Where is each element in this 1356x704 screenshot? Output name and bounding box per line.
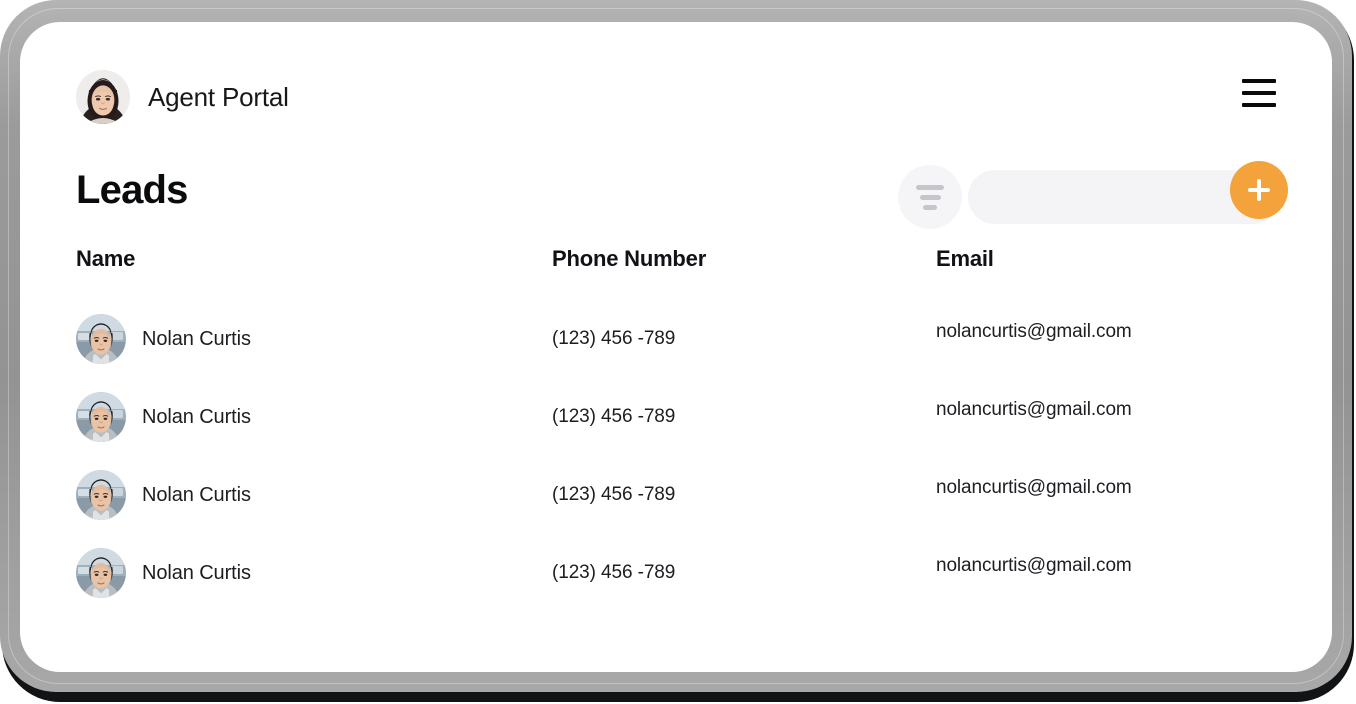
column-header-phone: Phone Number — [552, 246, 707, 271]
lead-email: nolancurtis@gmail.com — [936, 477, 1132, 498]
user-avatar[interactable] — [76, 70, 130, 124]
lead-phone: (123) 456 -789 — [552, 484, 676, 505]
lead-avatar[interactable] — [76, 470, 126, 520]
cell-name: Nolan Curtis — [76, 300, 251, 378]
table-row[interactable]: Nolan Curtis (123) 456 -789 nolancurtis@… — [76, 534, 1280, 612]
cell-name: Nolan Curtis — [76, 534, 251, 612]
cell-name: Nolan Curtis — [76, 378, 251, 456]
lead-email: nolancurtis@gmail.com — [936, 399, 1132, 420]
table-header-row: Name Phone Number Email — [76, 246, 1280, 300]
lead-phone: (123) 456 -789 — [552, 328, 676, 349]
filter-bar — [916, 184, 944, 190]
table-row[interactable]: Nolan Curtis (123) 456 -789 nolancurtis@… — [76, 456, 1280, 534]
column-header-name: Name — [76, 246, 136, 271]
filter-bar — [919, 194, 941, 200]
hamburger-bar — [1242, 91, 1276, 95]
lead-avatar[interactable] — [76, 392, 126, 442]
lead-name: Nolan Curtis — [142, 327, 251, 350]
hamburger-menu-icon[interactable] — [1242, 79, 1276, 107]
device-frame: Agent Portal Leads Name Phone Number Ema… — [0, 0, 1356, 704]
plus-icon — [1257, 179, 1261, 201]
column-header-email: Email — [936, 246, 994, 271]
lead-email: nolancurtis@gmail.com — [936, 321, 1132, 342]
lead-name: Nolan Curtis — [142, 405, 251, 428]
filter-bar — [923, 204, 937, 210]
app-screen: Agent Portal Leads Name Phone Number Ema… — [20, 22, 1332, 672]
table-body: Nolan Curtis (123) 456 -789 nolancurtis@… — [76, 300, 1280, 612]
lead-name: Nolan Curtis — [142, 561, 251, 584]
leads-table: Name Phone Number Email Nolan Curtis (12… — [76, 246, 1280, 612]
lead-avatar[interactable] — [76, 548, 126, 598]
table-row[interactable]: Nolan Curtis (123) 456 -789 nolancurtis@… — [76, 378, 1280, 456]
page-title: Leads — [76, 168, 188, 212]
lead-phone: (123) 456 -789 — [552, 406, 676, 427]
search-container — [968, 161, 1288, 224]
filter-icon[interactable] — [898, 165, 962, 229]
lead-name: Nolan Curtis — [142, 483, 251, 506]
table-row[interactable]: Nolan Curtis (123) 456 -789 nolancurtis@… — [76, 300, 1280, 378]
hamburger-bar — [1242, 103, 1276, 107]
app-title: Agent Portal — [148, 81, 289, 112]
leads-toolbar: Leads — [76, 161, 1288, 234]
header-brand: Agent Portal — [76, 70, 289, 124]
lead-phone: (123) 456 -789 — [552, 562, 676, 583]
cell-name: Nolan Curtis — [76, 456, 251, 534]
hamburger-bar — [1242, 79, 1276, 83]
app-header: Agent Portal — [76, 70, 1276, 130]
lead-email: nolancurtis@gmail.com — [936, 555, 1132, 576]
add-lead-button[interactable] — [1230, 161, 1288, 219]
lead-avatar[interactable] — [76, 314, 126, 364]
